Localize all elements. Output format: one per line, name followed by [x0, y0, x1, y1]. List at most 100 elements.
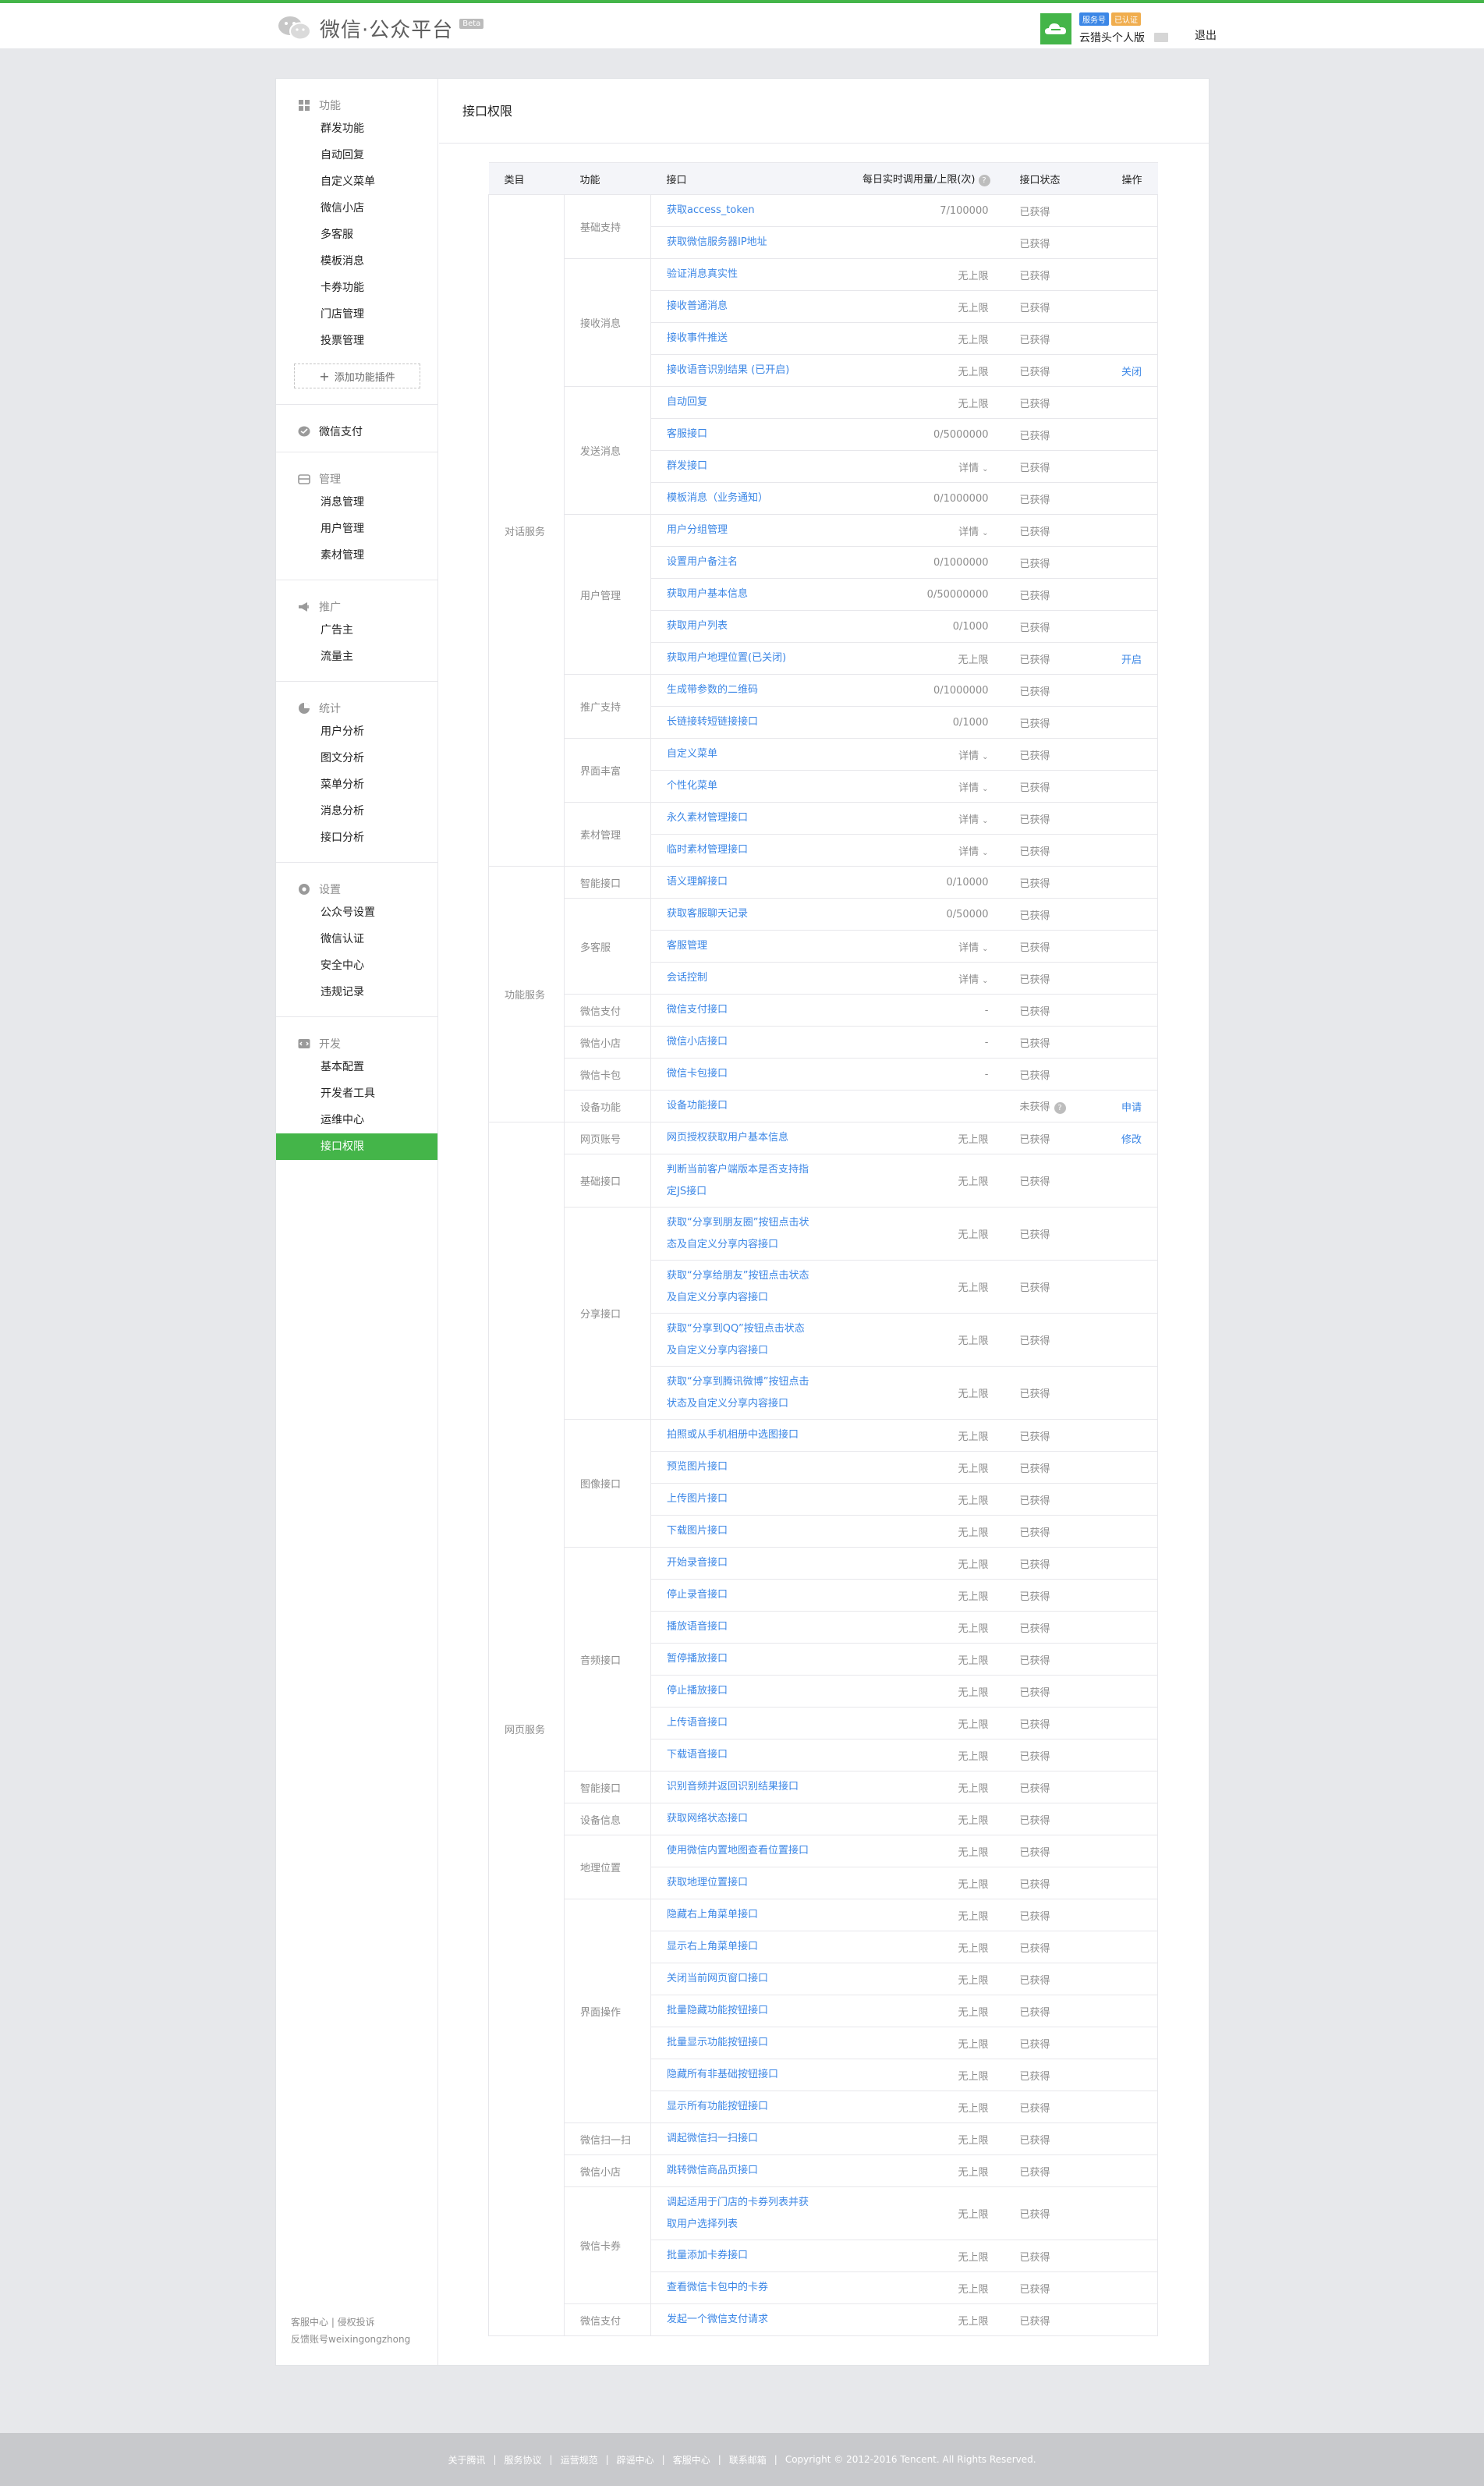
- logo[interactable]: 微信·公众平台 Beta: [278, 14, 484, 42]
- support-links[interactable]: 客服中心 | 侵权投诉: [291, 2314, 410, 2331]
- mail-icon[interactable]: [1154, 33, 1168, 42]
- footer-link[interactable]: 辟谣中心: [617, 2453, 654, 2466]
- api-link[interactable]: 获取用户列表: [650, 610, 827, 643]
- api-link[interactable]: 暂停播放接口: [650, 1643, 827, 1676]
- api-link[interactable]: 用户分组管理: [650, 514, 827, 547]
- operation-link[interactable]: 申请: [1097, 1090, 1158, 1122]
- quota-cell[interactable]: 详情 ⌄: [826, 738, 1004, 771]
- sidebar-item[interactable]: 自定义菜单: [276, 168, 437, 195]
- sidebar-item[interactable]: 接口分析: [276, 825, 437, 851]
- api-link[interactable]: 隐藏所有非基础按钮接口: [650, 2059, 827, 2091]
- sidebar-item[interactable]: 安全中心: [276, 952, 437, 979]
- sidebar-item[interactable]: 投票管理: [276, 328, 437, 354]
- api-link[interactable]: 上传图片接口: [650, 1483, 827, 1516]
- quota-cell[interactable]: 详情 ⌄: [826, 514, 1004, 547]
- sidebar-item[interactable]: 微信小店: [276, 195, 437, 222]
- footer-link[interactable]: 服务协议: [505, 2453, 542, 2466]
- api-link[interactable]: 获取“分享到QQ”按钮点击状态及自定义分享内容接口: [650, 1313, 827, 1367]
- api-link[interactable]: 查看微信卡包中的卡券: [650, 2271, 827, 2304]
- api-link[interactable]: 调起适用于门店的卡券列表并获取用户选择列表: [650, 2186, 827, 2240]
- api-link[interactable]: 拍照或从手机相册中选图接口: [650, 1419, 827, 1452]
- sidebar-item[interactable]: 素材管理: [276, 542, 437, 569]
- sidebar-item[interactable]: 基本配置: [276, 1054, 437, 1080]
- sidebar-item[interactable]: 自动回复: [276, 142, 437, 168]
- api-link[interactable]: 批量添加卡券接口: [650, 2240, 827, 2272]
- api-link[interactable]: 关闭当前网页窗口接口: [650, 1963, 827, 1995]
- sidebar-item[interactable]: 运维中心: [276, 1107, 437, 1133]
- api-link[interactable]: 下载语音接口: [650, 1739, 827, 1771]
- quota-cell[interactable]: 详情 ⌄: [826, 930, 1004, 963]
- sidebar-item[interactable]: 违规记录: [276, 979, 437, 1005]
- api-link[interactable]: 设备功能接口: [650, 1090, 827, 1122]
- sidebar-item[interactable]: 多客服: [276, 222, 437, 248]
- api-link[interactable]: 接收语音识别结果 (已开启): [650, 354, 827, 387]
- footer-link[interactable]: 关于腾讯: [448, 2453, 485, 2466]
- api-link[interactable]: 生成带参数的二维码: [650, 674, 827, 707]
- api-link[interactable]: 批量隐藏功能按钮接口: [650, 1995, 827, 2027]
- api-link[interactable]: 批量显示功能按钮接口: [650, 2027, 827, 2059]
- api-link[interactable]: 自动回复: [650, 386, 827, 419]
- api-link[interactable]: 停止播放接口: [650, 1675, 827, 1708]
- sidebar-item[interactable]: 公众号设置: [276, 899, 437, 926]
- api-link[interactable]: 获取“分享到朋友圈”按钮点击状态及自定义分享内容接口: [650, 1207, 827, 1261]
- api-link[interactable]: 长链接转短链接接口: [650, 706, 827, 739]
- api-link[interactable]: 获取access_token: [650, 194, 827, 227]
- api-link[interactable]: 微信卡包接口: [650, 1058, 827, 1091]
- api-link[interactable]: 网页授权获取用户基本信息: [650, 1122, 827, 1154]
- quota-cell[interactable]: 详情 ⌄: [826, 962, 1004, 995]
- operation-link[interactable]: 修改: [1097, 1122, 1158, 1154]
- api-link[interactable]: 获取地理位置接口: [650, 1867, 827, 1899]
- quota-cell[interactable]: 详情 ⌄: [826, 802, 1004, 835]
- api-link[interactable]: 播放语音接口: [650, 1611, 827, 1644]
- api-link[interactable]: 临时素材管理接口: [650, 834, 827, 867]
- api-link[interactable]: 判断当前客户端版本是否支持指定JS接口: [650, 1154, 827, 1208]
- quota-cell[interactable]: 详情 ⌄: [826, 834, 1004, 867]
- quota-cell[interactable]: 详情 ⌄: [826, 450, 1004, 483]
- api-link[interactable]: 微信小店接口: [650, 1026, 827, 1059]
- api-link[interactable]: 获取“分享给朋友”按钮点击状态及自定义分享内容接口: [650, 1260, 827, 1314]
- sidebar-item[interactable]: 微信认证: [276, 926, 437, 952]
- operation-link[interactable]: 开启: [1097, 642, 1158, 675]
- sidebar-item[interactable]: 流量主: [276, 644, 437, 670]
- api-link[interactable]: 停止录音接口: [650, 1579, 827, 1612]
- api-link[interactable]: 获取微信服务器IP地址: [650, 226, 827, 259]
- api-link[interactable]: 显示右上角菜单接口: [650, 1931, 827, 1963]
- api-link[interactable]: 自定义菜单: [650, 738, 827, 771]
- sidebar-item[interactable]: 开发者工具: [276, 1080, 437, 1107]
- api-link[interactable]: 微信支付接口: [650, 994, 827, 1027]
- api-link[interactable]: 显示所有功能按钮接口: [650, 2091, 827, 2123]
- footer-link[interactable]: 运营规范: [561, 2453, 598, 2466]
- sidebar-item[interactable]: 卡券功能: [276, 275, 437, 301]
- footer-link[interactable]: 客服中心: [673, 2453, 710, 2466]
- help-icon[interactable]: ?: [1054, 1102, 1066, 1114]
- api-link[interactable]: 预览图片接口: [650, 1451, 827, 1484]
- sidebar-item[interactable]: 消息管理: [276, 489, 437, 516]
- sidebar-item[interactable]: 用户分析: [276, 718, 437, 745]
- sidebar-item[interactable]: 菜单分析: [276, 771, 437, 798]
- api-link[interactable]: 会话控制: [650, 962, 827, 995]
- api-link[interactable]: 模板消息（业务通知）: [650, 482, 827, 515]
- api-link[interactable]: 获取用户基本信息: [650, 578, 827, 611]
- add-plugin-button[interactable]: + 添加功能插件: [294, 364, 420, 388]
- sidebar-item[interactable]: 群发功能: [276, 115, 437, 142]
- api-link[interactable]: 使用微信内置地图查看位置接口: [650, 1835, 827, 1867]
- api-link[interactable]: 验证消息真实性: [650, 258, 827, 291]
- api-link[interactable]: 接收普通消息: [650, 290, 827, 323]
- sidebar-item[interactable]: 广告主: [276, 617, 437, 644]
- help-icon[interactable]: ?: [978, 175, 990, 186]
- api-link[interactable]: 获取网络状态接口: [650, 1803, 827, 1835]
- api-link[interactable]: 个性化菜单: [650, 770, 827, 803]
- api-link[interactable]: 接收事件推送: [650, 322, 827, 355]
- api-link[interactable]: 调起微信扫一扫接口: [650, 2122, 827, 2155]
- api-link[interactable]: 下载图片接口: [650, 1515, 827, 1548]
- sidebar-item[interactable]: 图文分析: [276, 745, 437, 771]
- api-link[interactable]: 上传语音接口: [650, 1707, 827, 1739]
- quota-cell[interactable]: 详情 ⌄: [826, 770, 1004, 803]
- api-link[interactable]: 语义理解接口: [650, 866, 827, 899]
- sidebar-item[interactable]: 用户管理: [276, 516, 437, 542]
- operation-link[interactable]: 关闭: [1097, 354, 1158, 387]
- api-link[interactable]: 发起一个微信支付请求: [650, 2303, 827, 2336]
- api-link[interactable]: 设置用户备注名: [650, 546, 827, 579]
- api-link[interactable]: 跳转微信商品页接口: [650, 2154, 827, 2187]
- sidebar-item[interactable]: 接口权限: [276, 1133, 437, 1160]
